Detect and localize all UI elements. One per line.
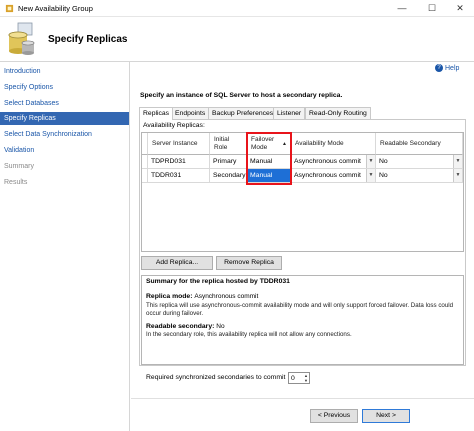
readable-secondary-label-text: Readable secondary: [146,323,215,330]
sidebar-item-select-databases[interactable]: Select Databases [0,97,129,110]
cell-server-instance: TDDR031 [148,169,210,183]
cell-readable-secondary[interactable]: No ▼ [376,169,463,183]
help-link[interactable]: ? Help [435,64,459,72]
column-header-availability-mode-label: Availability Mode [295,139,344,147]
chevron-down-icon[interactable]: ▼ [366,169,375,182]
column-header-readable-secondary[interactable]: Readable Secondary [376,133,463,155]
next-button[interactable]: Next > [362,409,410,423]
cell-readable-secondary[interactable]: No ▼ [376,155,463,169]
tab-replicas[interactable]: Replicas [139,107,174,120]
cell-initial-role: Secondary [210,169,247,183]
availability-replicas-label: Availability Replicas: [143,122,205,129]
sidebar-item-introduction[interactable]: Introduction [0,65,129,78]
column-header-initial-role-line2: Role [214,143,228,151]
maximize-button[interactable]: ☐ [418,0,446,17]
tab-endpoints[interactable]: Endpoints [171,107,210,119]
replica-mode-label: Replica mode: Asynchronous commit [146,293,258,300]
cell-availability-mode[interactable]: Asynchronous commit ▼ [291,155,376,169]
chevron-down-icon[interactable]: ▼ [453,155,462,168]
sort-arrow-icon: ▲ [282,141,287,147]
column-header-availability-mode[interactable]: Availability Mode [291,133,376,155]
required-secondaries-spinner[interactable]: 0 ▲ ▼ [288,372,310,384]
readable-secondary-value: No [216,323,225,330]
replica-mode-description-line1: This replica will use asynchronous-commi… [146,302,454,309]
previous-button[interactable]: < Previous [310,409,358,423]
title-bar: New Availability Group — ☐ ✕ [0,0,474,17]
sidebar-item-summary: Summary [4,163,34,170]
wizard-header: Specify Replicas [0,17,474,62]
help-icon: ? [435,64,443,72]
replica-summary-box [141,275,464,365]
cell-availability-mode-value: Asynchronous commit [294,158,361,165]
chevron-down-icon[interactable]: ▼ [453,169,462,182]
database-cylinders-icon [8,22,35,55]
replica-mode-label-text: Replica mode: [146,293,193,300]
wizard-sidebar: Introduction Specify Options Select Data… [0,62,130,431]
readable-secondary-label: Readable secondary: No [146,323,225,330]
minimize-button[interactable]: — [388,0,416,17]
column-header-server-instance-label: Server Instance [152,139,198,147]
instruction-text: Specify an instance of SQL Server to hos… [140,92,343,99]
tab-listener[interactable]: Listener [273,107,306,119]
column-header-readable-secondary-label: Readable Secondary [380,139,441,147]
readable-secondary-description: In the secondary role, this availability… [146,331,352,338]
close-button[interactable]: ✕ [446,0,474,17]
cell-availability-mode-value: Asynchronous commit [294,172,361,179]
sidebar-item-specify-replicas[interactable]: Specify Replicas [0,112,129,125]
sidebar-item-specify-options[interactable]: Specify Options [0,81,129,94]
cell-readable-secondary-value: No [379,158,388,165]
replica-mode-description-line2: occur during failover. [146,310,204,317]
cell-readable-secondary-value: No [379,172,388,179]
help-label: Help [445,64,460,72]
footer-divider [131,398,474,399]
window-title: New Availability Group [18,4,93,13]
chevron-down-icon[interactable]: ▼ [366,155,375,168]
spin-down-icon[interactable]: ▼ [302,378,310,383]
column-header-initial-role[interactable]: Initial Role [210,133,247,155]
column-header-server-instance[interactable]: Server Instance [148,133,210,155]
required-secondaries-value: 0 [291,375,295,382]
cell-failover-mode[interactable]: Manual [247,155,291,169]
summary-title: Summary for the replica hosted by TDDR03… [146,278,290,285]
required-secondaries-label: Required synchronized secondaries to com… [146,374,286,381]
cell-availability-mode[interactable]: Asynchronous commit ▼ [291,169,376,183]
sql-server-icon [5,4,14,13]
column-header-failover-mode-line1: Failover [251,135,275,143]
cell-failover-mode-selected[interactable]: Manual [247,169,291,183]
cell-server-instance: TDPRD031 [148,155,210,169]
tab-backup-preferences[interactable]: Backup Preferences [208,107,278,119]
add-replica-button[interactable]: Add Replica... [141,256,213,270]
tab-read-only-routing[interactable]: Read-Only Routing [305,107,371,119]
cell-initial-role: Primary [210,155,247,169]
remove-replica-button[interactable]: Remove Replica [216,256,282,270]
column-header-failover-mode[interactable]: Failover Mode ▲ [247,133,291,155]
sidebar-item-validation[interactable]: Validation [0,144,129,157]
replica-mode-value: Asynchronous commit [194,293,259,300]
column-header-initial-role-line1: Initial [214,135,230,143]
sidebar-item-select-data-synchronization[interactable]: Select Data Synchronization [0,128,129,141]
page-title: Specify Replicas [48,34,128,45]
column-header-failover-mode-line2: Mode [251,143,268,151]
sidebar-item-results: Results [4,179,28,186]
